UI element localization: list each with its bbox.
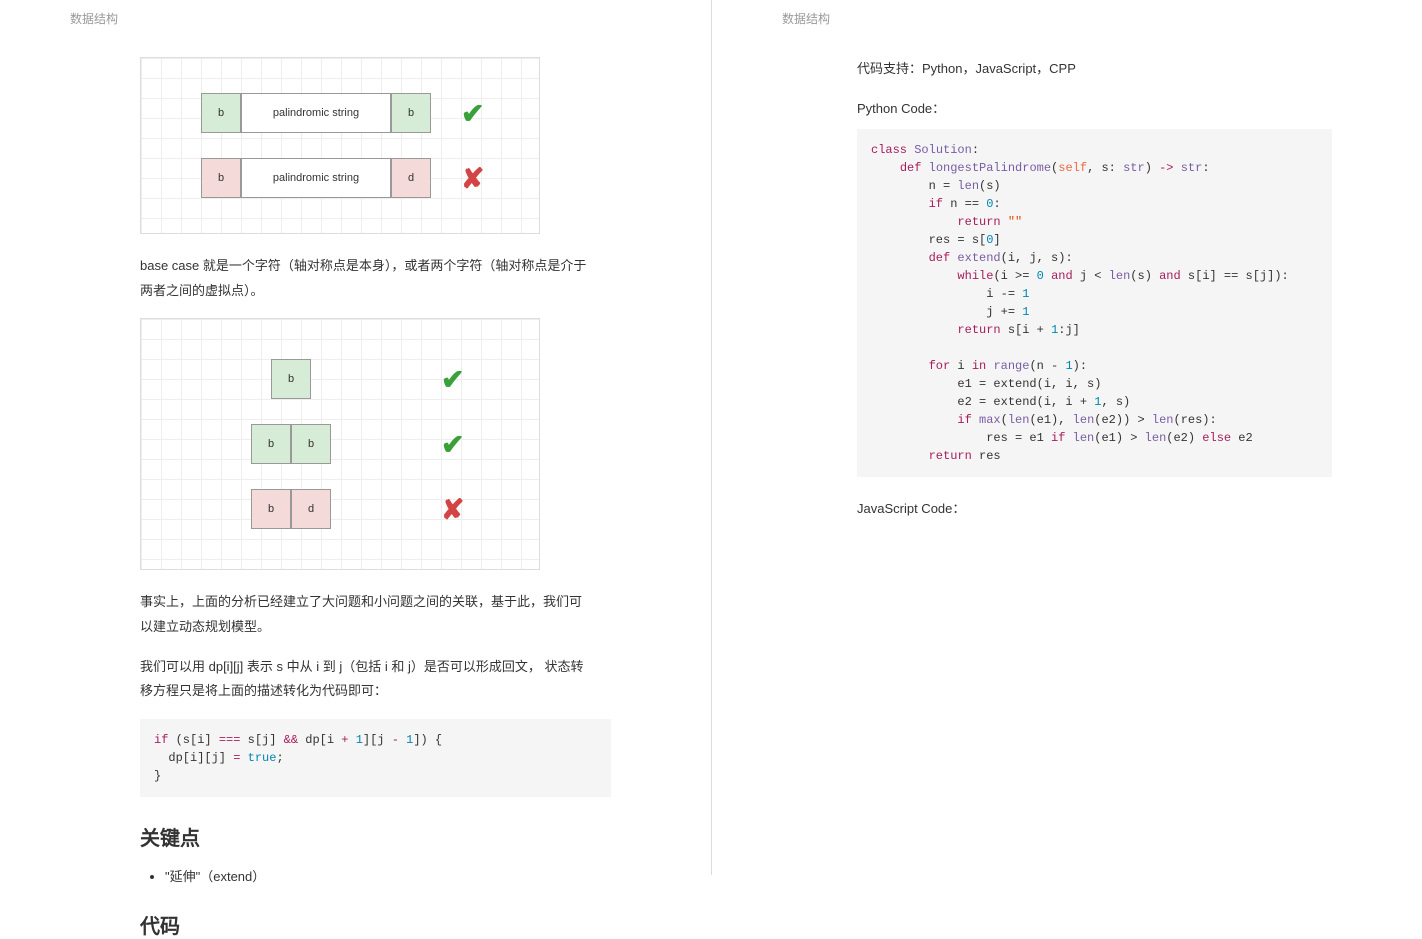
cross-icon: ✘ xyxy=(461,162,484,195)
cell-right: b xyxy=(391,93,431,133)
python-label: Python Code： xyxy=(857,97,1332,122)
cell-pair-a: b xyxy=(251,489,291,529)
cross-icon: ✘ xyxy=(441,493,464,526)
right-content: 代码支持：Python，JavaScript，CPP Python Code： … xyxy=(782,57,1362,522)
code-dp: if (s[i] === s[j] && dp[i + 1][j - 1]) {… xyxy=(140,719,611,797)
cell-left: b xyxy=(201,158,241,198)
javascript-label: JavaScript Code： xyxy=(857,497,1332,522)
check-icon: ✔ xyxy=(441,363,464,396)
heading-keypoints: 关键点 xyxy=(140,822,611,851)
cell-pair-b: b xyxy=(291,424,331,464)
keypoints-list: "延伸"（extend） xyxy=(140,866,611,885)
page-right: 数据结构 代码支持：Python，JavaScript，CPP Python C… xyxy=(711,0,1422,875)
left-content: b palindromic string b ✔ b palindromic s… xyxy=(70,57,651,939)
para-basecase: base case 就是一个字符（轴对称点是本身），或者两个字符（轴对称点是介于… xyxy=(140,254,611,303)
cell-pair-b: d xyxy=(291,489,331,529)
header-right: 数据结构 xyxy=(782,10,1362,27)
cell-mid: palindromic string xyxy=(241,93,391,133)
heading-code: 代码 xyxy=(140,910,611,939)
page-left: 数据结构 b palindromic string b ✔ b palindro… xyxy=(0,0,711,875)
diagram-valid-invalid: b palindromic string b ✔ b palindromic s… xyxy=(140,57,540,234)
check-icon: ✔ xyxy=(441,428,464,461)
header-left: 数据结构 xyxy=(70,10,651,27)
code-support: 代码支持：Python，JavaScript，CPP xyxy=(857,57,1332,82)
list-item: "延伸"（extend） xyxy=(165,866,611,885)
cell-single: b xyxy=(271,359,311,399)
diagram-basecase: b ✔ b b ✔ b d ✘ xyxy=(140,318,540,570)
code-python: class Solution: def longestPalindrome(se… xyxy=(857,129,1332,477)
cell-right: d xyxy=(391,158,431,198)
para-dp: 我们可以用 dp[i][j] 表示 s 中从 i 到 j（包括 i 和 j）是否… xyxy=(140,655,611,704)
para-analysis: 事实上，上面的分析已经建立了大问题和小问题之间的关联，基于此，我们可以建立动态规… xyxy=(140,590,611,639)
cell-left: b xyxy=(201,93,241,133)
cell-mid: palindromic string xyxy=(241,158,391,198)
check-icon: ✔ xyxy=(461,97,484,130)
cell-pair-a: b xyxy=(251,424,291,464)
